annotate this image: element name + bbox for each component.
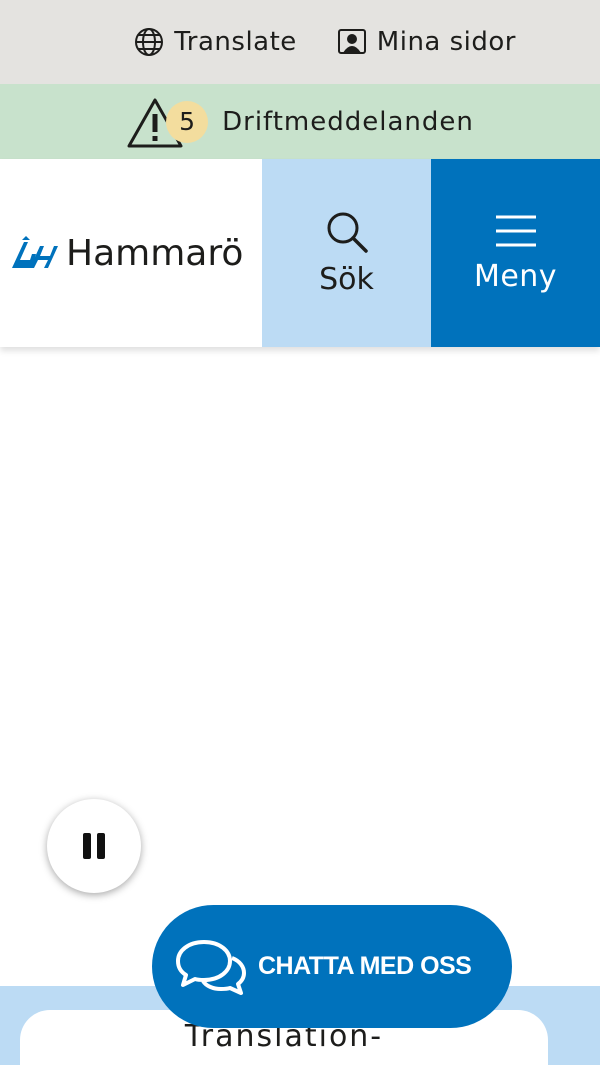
user-card-icon [337, 27, 367, 57]
alert-count-badge: 5 [166, 100, 209, 143]
translate-link[interactable]: Translate [134, 27, 297, 57]
my-pages-label: Mina sidor [376, 27, 516, 57]
globe-icon [134, 27, 164, 57]
pause-icon [83, 833, 91, 859]
logo-text: Hammarö [66, 232, 244, 274]
chat-label: CHATTA MED OSS [258, 952, 472, 980]
alerts-bar[interactable]: 5 Driftmeddelanden [0, 84, 600, 159]
hamburger-icon [495, 215, 536, 246]
chat-button[interactable]: CHATTA MED OSS [152, 905, 512, 1028]
search-label: Sök [319, 261, 374, 297]
site-header: Hammarö Sök Meny [0, 159, 600, 347]
page: Translate Mina sidor 5 Driftmeddelanden … [0, 0, 600, 1065]
alerts-link[interactable]: 5 Driftmeddelanden [126, 95, 474, 149]
search-icon [327, 212, 368, 253]
chat-bubbles-icon [176, 939, 246, 995]
utility-bar: Translate Mina sidor [0, 0, 600, 84]
my-pages-link[interactable]: Mina sidor [337, 27, 516, 57]
menu-label: Meny [473, 258, 558, 294]
hammaro-logo-icon [12, 236, 58, 268]
alerts-label: Driftmeddelanden [222, 106, 474, 137]
menu-button[interactable]: Meny [431, 159, 600, 347]
translate-label: Translate [174, 27, 297, 57]
logo-link[interactable]: Hammarö [0, 159, 262, 347]
pause-button[interactable] [47, 799, 141, 893]
alerts-indicator: 5 [126, 95, 216, 149]
search-button[interactable]: Sök [262, 159, 431, 347]
